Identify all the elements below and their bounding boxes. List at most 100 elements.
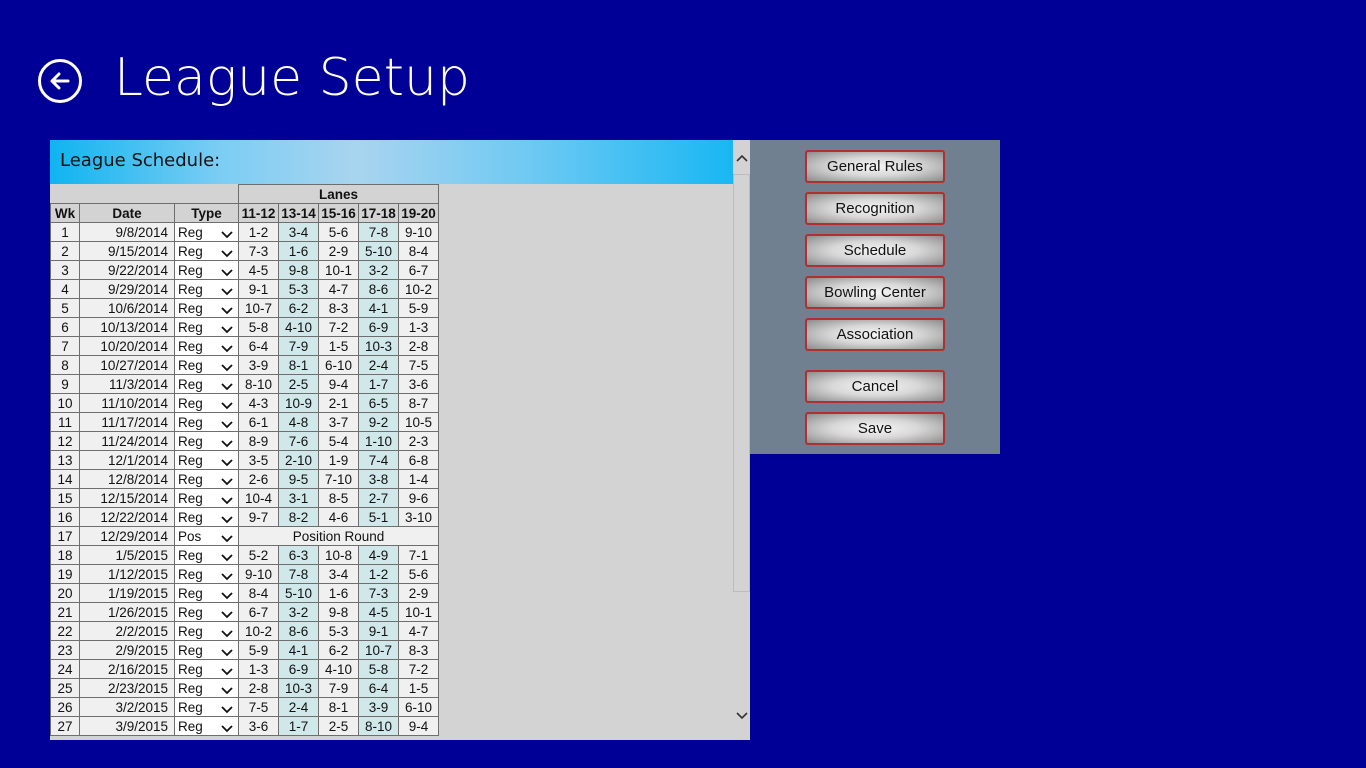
lane-pairing-cell[interactable]: 7-9 (278, 336, 319, 356)
date-cell[interactable]: 11/3/2014 (79, 374, 175, 394)
lane-pairing-cell[interactable]: 3-8 (358, 469, 399, 489)
lane-pairing-cell[interactable]: 4-1 (278, 640, 319, 660)
scroll-thumb[interactable] (733, 174, 750, 592)
lane-pairing-cell[interactable]: 10-2 (398, 279, 439, 299)
schedule-scrollbar[interactable] (733, 140, 750, 740)
type-dropdown[interactable]: Reg (175, 415, 234, 430)
type-dropdown[interactable]: Reg (175, 453, 234, 468)
lane-pairing-cell[interactable]: 2-4 (278, 697, 319, 717)
type-dropdown[interactable]: Reg (175, 510, 234, 525)
date-cell[interactable]: 11/24/2014 (79, 431, 175, 451)
lane-pairing-cell[interactable]: 2-9 (318, 241, 359, 261)
lane-pairing-cell[interactable]: 5-6 (398, 564, 439, 584)
scroll-up-button[interactable] (733, 152, 750, 170)
lane-pairing-cell[interactable]: 6-4 (358, 678, 399, 698)
recognition-button[interactable]: Recognition (805, 192, 945, 225)
type-dropdown[interactable]: Reg (175, 719, 234, 734)
lane-pairing-cell[interactable]: 2-8 (398, 336, 439, 356)
date-cell[interactable]: 3/9/2015 (79, 716, 175, 736)
type-dropdown[interactable]: Reg (175, 225, 234, 240)
lane-pairing-cell[interactable]: 10-1 (318, 260, 359, 280)
date-cell[interactable]: 9/8/2014 (79, 222, 175, 242)
lane-pairing-cell[interactable]: 2-9 (398, 583, 439, 603)
lane-pairing-cell[interactable]: 9-1 (238, 279, 279, 299)
lane-pairing-cell[interactable]: 5-4 (318, 431, 359, 451)
lane-pairing-cell[interactable]: 8-6 (358, 279, 399, 299)
lane-pairing-cell[interactable]: 1-10 (358, 431, 399, 451)
lane-pairing-cell[interactable]: 8-4 (398, 241, 439, 261)
lane-pairing-cell[interactable]: 10-3 (358, 336, 399, 356)
date-cell[interactable]: 10/6/2014 (79, 298, 175, 318)
date-cell[interactable]: 12/8/2014 (79, 469, 175, 489)
lane-pairing-cell[interactable]: 6-3 (278, 545, 319, 565)
lane-pairing-cell[interactable]: 4-5 (358, 602, 399, 622)
type-dropdown[interactable]: Reg (175, 548, 234, 563)
lane-pairing-cell[interactable]: 10-7 (358, 640, 399, 660)
lane-pairing-cell[interactable]: 5-8 (358, 659, 399, 679)
type-dropdown[interactable]: Reg (175, 586, 234, 601)
type-dropdown[interactable]: Reg (175, 491, 234, 506)
date-cell[interactable]: 12/22/2014 (79, 507, 175, 527)
lane-pairing-cell[interactable]: 1-5 (318, 336, 359, 356)
back-button[interactable] (38, 59, 82, 103)
date-cell[interactable]: 12/29/2014 (79, 526, 175, 546)
lane-pairing-cell[interactable]: 4-10 (318, 659, 359, 679)
type-dropdown[interactable]: Reg (175, 282, 234, 297)
date-cell[interactable]: 1/19/2015 (79, 583, 175, 603)
date-cell[interactable]: 3/2/2015 (79, 697, 175, 717)
lane-pairing-cell[interactable]: 5-8 (238, 317, 279, 337)
lane-pairing-cell[interactable]: 9-2 (358, 412, 399, 432)
type-dropdown[interactable]: Reg (175, 681, 234, 696)
lane-pairing-cell[interactable]: 4-5 (238, 260, 279, 280)
lane-pairing-cell[interactable]: 2-7 (358, 488, 399, 508)
lane-pairing-cell[interactable]: 7-2 (318, 317, 359, 337)
type-dropdown[interactable]: Reg (175, 339, 234, 354)
date-cell[interactable]: 2/16/2015 (79, 659, 175, 679)
date-cell[interactable]: 2/23/2015 (79, 678, 175, 698)
lane-pairing-cell[interactable]: 7-6 (278, 431, 319, 451)
lane-pairing-cell[interactable]: 3-4 (278, 222, 319, 242)
type-dropdown[interactable]: Reg (175, 320, 234, 335)
lane-pairing-cell[interactable]: 9-10 (398, 222, 439, 242)
lane-pairing-cell[interactable]: 9-10 (238, 564, 279, 584)
lane-pairing-cell[interactable]: 6-5 (358, 393, 399, 413)
lane-pairing-cell[interactable]: 3-1 (278, 488, 319, 508)
date-cell[interactable]: 11/10/2014 (79, 393, 175, 413)
lane-pairing-cell[interactable]: 8-10 (238, 374, 279, 394)
lane-pairing-cell[interactable]: 9-8 (318, 602, 359, 622)
lane-pairing-cell[interactable]: 9-6 (398, 488, 439, 508)
date-cell[interactable]: 10/27/2014 (79, 355, 175, 375)
date-cell[interactable]: 10/13/2014 (79, 317, 175, 337)
scroll-down-button[interactable] (733, 710, 750, 728)
lane-pairing-cell[interactable]: 7-8 (358, 222, 399, 242)
lane-pairing-cell[interactable]: 7-2 (398, 659, 439, 679)
lane-pairing-cell[interactable]: 1-6 (318, 583, 359, 603)
lane-pairing-cell[interactable]: 6-7 (398, 260, 439, 280)
lane-pairing-cell[interactable]: 8-6 (278, 621, 319, 641)
lane-pairing-cell[interactable]: 3-9 (238, 355, 279, 375)
lane-pairing-cell[interactable]: 2-5 (278, 374, 319, 394)
lane-pairing-cell[interactable]: 7-8 (278, 564, 319, 584)
lane-pairing-cell[interactable]: 5-2 (238, 545, 279, 565)
lane-pairing-cell[interactable]: 7-3 (238, 241, 279, 261)
lane-pairing-cell[interactable]: 4-7 (318, 279, 359, 299)
lane-pairing-cell[interactable]: 2-5 (318, 716, 359, 736)
lane-pairing-cell[interactable]: 1-9 (318, 450, 359, 470)
lane-pairing-cell[interactable]: 1-6 (278, 241, 319, 261)
lane-pairing-cell[interactable]: 6-2 (318, 640, 359, 660)
lane-pairing-cell[interactable]: 6-7 (238, 602, 279, 622)
type-dropdown[interactable]: Reg (175, 700, 234, 715)
lane-pairing-cell[interactable]: 5-1 (358, 507, 399, 527)
lane-pairing-cell[interactable]: 8-2 (278, 507, 319, 527)
lane-pairing-cell[interactable]: 5-9 (398, 298, 439, 318)
lane-pairing-cell[interactable]: 1-2 (358, 564, 399, 584)
lane-pairing-cell[interactable]: 5-9 (238, 640, 279, 660)
lane-pairing-cell[interactable]: 10-4 (238, 488, 279, 508)
lane-pairing-cell[interactable]: 1-4 (398, 469, 439, 489)
type-dropdown[interactable]: Reg (175, 605, 234, 620)
date-cell[interactable]: 9/15/2014 (79, 241, 175, 261)
lane-pairing-cell[interactable]: 4-10 (278, 317, 319, 337)
lane-pairing-cell[interactable]: 6-4 (238, 336, 279, 356)
lane-pairing-cell[interactable]: 4-6 (318, 507, 359, 527)
lane-pairing-cell[interactable]: 6-8 (398, 450, 439, 470)
